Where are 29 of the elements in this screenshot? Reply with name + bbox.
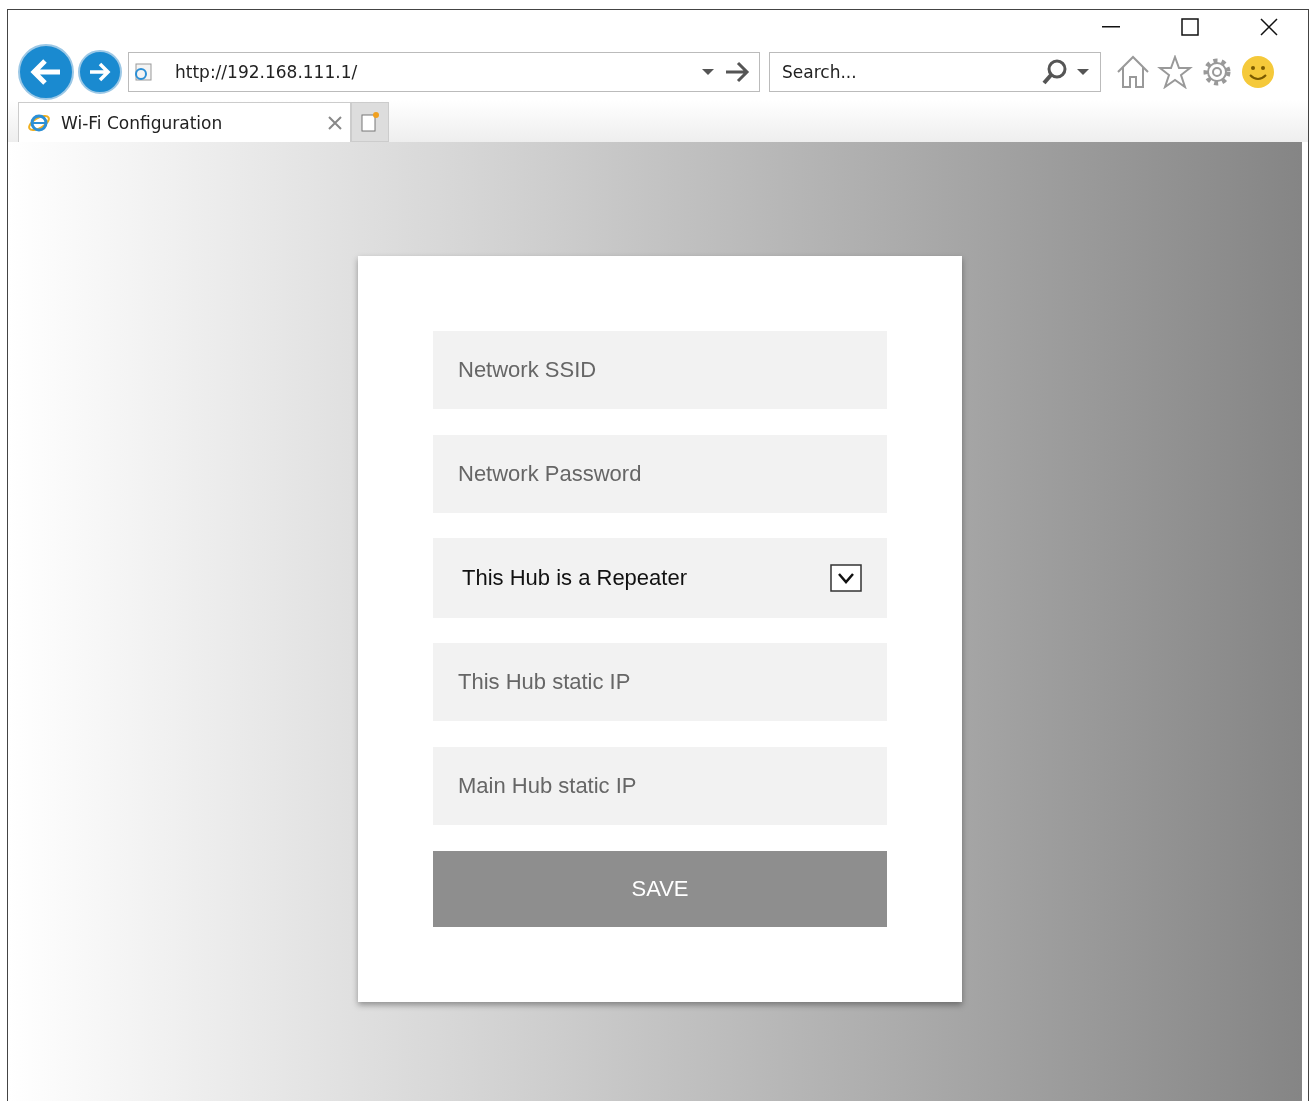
dropdown-icon[interactable] bbox=[1076, 67, 1090, 77]
star-icon[interactable] bbox=[1157, 55, 1193, 89]
tab-title: Wi-Fi Configuration bbox=[61, 112, 224, 133]
text-field[interactable]: Network Password bbox=[433, 435, 887, 513]
browser-tab[interactable]: Wi-Fi Configuration bbox=[18, 102, 351, 142]
text-field[interactable]: Network SSID bbox=[433, 331, 887, 409]
address-bar[interactable]: http://192.168.111.1/ bbox=[128, 52, 760, 92]
home-icon[interactable] bbox=[1115, 55, 1151, 89]
text-field[interactable]: Main Hub static IP bbox=[433, 747, 887, 825]
dropdown-icon[interactable] bbox=[701, 67, 715, 77]
forward-button[interactable] bbox=[78, 50, 122, 94]
dropdown-field[interactable]: This Hub is a Repeater bbox=[433, 538, 887, 618]
search-icon[interactable] bbox=[1042, 59, 1068, 85]
back-arrow-icon bbox=[30, 58, 62, 86]
close-icon bbox=[1259, 18, 1278, 36]
text-field[interactable]: This Hub static IP bbox=[433, 643, 887, 721]
new-page-icon bbox=[360, 111, 380, 133]
new-tab-button[interactable] bbox=[351, 102, 389, 142]
minimize-icon bbox=[1101, 26, 1120, 28]
url-field[interactable]: http://192.168.111.1/ bbox=[173, 61, 701, 83]
page-icon bbox=[133, 62, 153, 82]
go-arrow-icon[interactable] bbox=[725, 61, 751, 83]
smiley-icon[interactable] bbox=[1241, 55, 1275, 89]
search-field[interactable]: Search... bbox=[780, 61, 1042, 83]
search-bar[interactable]: Search... bbox=[769, 52, 1101, 92]
back-button[interactable] bbox=[18, 44, 74, 100]
close-tab-icon[interactable] bbox=[328, 115, 342, 130]
maximize-icon bbox=[1180, 18, 1199, 36]
forward-arrow-icon bbox=[89, 62, 111, 82]
